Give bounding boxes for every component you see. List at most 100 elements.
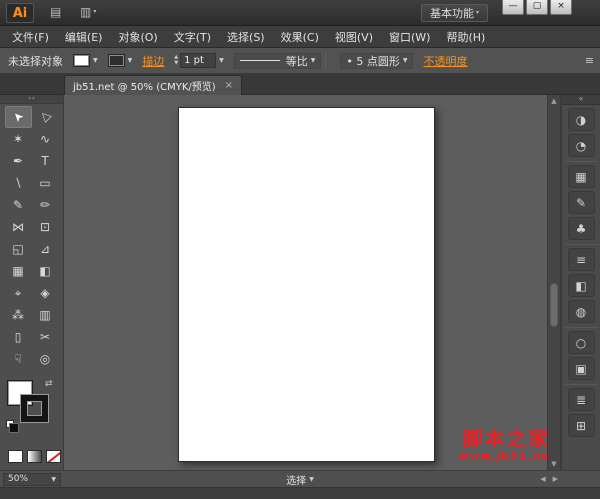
panel-artboards[interactable]: ⊞	[567, 414, 595, 437]
perspective-grid-tool[interactable]: ⊿	[32, 238, 59, 260]
menu-help[interactable]: 帮助(H)	[438, 26, 493, 48]
eyedropper-tool[interactable]: ⌖	[5, 282, 32, 304]
panel-color[interactable]: ◑	[567, 108, 595, 131]
close-button[interactable]: ×	[550, 0, 572, 15]
swap-fill-stroke-icon[interactable]: ⇄	[45, 379, 53, 389]
pen-tool[interactable]: ✒	[5, 150, 32, 172]
status-bar: 50% ▼ 选择 ▼ ◀ ▶	[0, 470, 600, 487]
status-display-dropdown[interactable]: 选择 ▼	[286, 472, 314, 487]
panel-transparency[interactable]: ◍	[567, 300, 595, 323]
menu-view[interactable]: 视图(V)	[327, 26, 381, 48]
scroll-right-icon[interactable]: ▶	[553, 475, 558, 483]
panel-stroke[interactable]: ≡	[567, 248, 595, 271]
chevron-down-icon: ▼	[309, 475, 314, 483]
scroll-down-icon[interactable]: ▼	[548, 460, 560, 468]
rectangle-tool[interactable]: ▭	[32, 172, 59, 194]
zoom-tool[interactable]: ◎	[32, 348, 59, 370]
workspace-switcher[interactable]: 基本功能 ▾	[420, 4, 488, 22]
direct-selection-tool[interactable]: ▷	[32, 106, 59, 128]
horizontal-scroll-arrows: ◀ ▶	[540, 475, 558, 483]
blend-tool[interactable]: ◈	[32, 282, 59, 304]
type-tool[interactable]: T	[32, 150, 59, 172]
arrange-documents-glyph: ▥	[80, 5, 92, 19]
bridge-icon[interactable]: ▤	[50, 6, 61, 18]
panel-color-guide[interactable]: ◔	[567, 134, 595, 157]
none-button[interactable]	[46, 450, 61, 463]
slice-tool[interactable]: ✂	[32, 326, 59, 348]
brushes-panel-icon: ✎	[575, 195, 587, 210]
illustrator-window: Ai ▤ ▥ ▾ 基本功能 ▾ — ▢ × 文件(F) 编辑(E) 对象(O) 文字…	[0, 0, 600, 499]
scroll-left-icon[interactable]: ◀	[540, 475, 545, 483]
color-button[interactable]	[8, 450, 23, 463]
menu-select[interactable]: 选择(S)	[219, 26, 273, 48]
menu-type[interactable]: 文字(T)	[166, 26, 219, 48]
shape-builder-tool[interactable]: ◱	[5, 238, 32, 260]
artboards-panel-icon: ⊞	[575, 418, 587, 433]
selection-tool[interactable]: ➤	[4, 106, 32, 128]
hand-tool[interactable]: ☟	[5, 348, 32, 370]
panel-graphic-styles[interactable]: ▣	[567, 357, 595, 380]
rectangle-tool-icon: ▭	[39, 176, 51, 190]
artboard-tool[interactable]: ▯	[5, 326, 32, 348]
artboard[interactable]	[178, 107, 435, 462]
panel-gradient[interactable]: ◧	[567, 274, 595, 297]
menu-file[interactable]: 文件(F)	[4, 26, 57, 48]
vertical-scrollbar-thumb[interactable]	[550, 283, 558, 327]
magic-wand-tool[interactable]: ✶	[5, 128, 32, 150]
column-graph-tool-icon: ▥	[39, 308, 51, 322]
vertical-scrollbar[interactable]: ▲ ▼	[547, 95, 561, 470]
scroll-up-icon[interactable]: ▲	[548, 97, 560, 105]
stroke-color-swatch[interactable]	[21, 395, 48, 422]
document-tab[interactable]: jb51.net @ 50% (CMYK/预览) ×	[64, 75, 243, 95]
panel-symbols[interactable]: ♣	[567, 217, 595, 240]
stroke-profile-dropdown[interactable]: 等比 ▼	[233, 52, 322, 69]
menu-window[interactable]: 窗口(W)	[381, 26, 438, 48]
swatches-panel-icon: ▦	[575, 169, 587, 184]
menu-effect[interactable]: 效果(C)	[273, 26, 327, 48]
tab-close-icon[interactable]: ×	[225, 80, 233, 91]
color-mode-buttons	[0, 450, 63, 463]
default-fill-stroke-icon[interactable]	[6, 420, 19, 433]
column-graph-tool[interactable]: ▥	[32, 304, 59, 326]
slice-tool-icon: ✂	[39, 330, 51, 344]
paintbrush-tool[interactable]: ✎	[5, 194, 32, 216]
brush-definition-dropdown[interactable]: • 5 点圆形 ▼	[340, 52, 414, 69]
menu-object[interactable]: 对象(O)	[110, 26, 165, 48]
watermark-url: www.jb51.net	[458, 449, 547, 462]
restore-button[interactable]: ▢	[526, 0, 548, 15]
tools-panel-grip[interactable]: ∙∙	[0, 95, 63, 104]
fill-color-dropdown[interactable]	[73, 54, 90, 67]
menu-edit[interactable]: 编辑(E)	[57, 26, 111, 48]
panel-brushes[interactable]: ✎	[567, 191, 595, 214]
selection-tool-icon: ➤	[9, 108, 27, 126]
stroke-color-dropdown[interactable]	[107, 54, 125, 67]
stroke-weight-stepper[interactable]: ▲ ▼	[174, 55, 178, 66]
brush-definition-label: • 5 点圆形	[346, 54, 400, 68]
gradient-button[interactable]	[27, 450, 42, 463]
free-transform-tool[interactable]: ⊡	[32, 216, 59, 238]
panel-swatches[interactable]: ▦	[567, 165, 595, 188]
stroke-panel-link[interactable]: 描边	[142, 53, 164, 69]
arrange-documents-icon[interactable]: ▥ ▾	[80, 6, 96, 18]
symbol-sprayer-tool[interactable]: ⁂	[5, 304, 32, 326]
canvas-area[interactable]: 脚本之家 www.jb51.net	[64, 95, 547, 470]
line-segment-tool[interactable]: ∖	[5, 172, 32, 194]
opacity-panel-link[interactable]: 不透明度	[423, 53, 467, 69]
width-tool[interactable]: ⋈	[5, 216, 32, 238]
panel-layers[interactable]: ≣	[567, 388, 595, 411]
panel-appearance[interactable]: ○	[567, 331, 595, 354]
divider	[564, 384, 598, 385]
zoom-level-select[interactable]: 50% ▼	[3, 472, 61, 486]
pencil-tool[interactable]: ✏	[32, 194, 59, 216]
document-tab-bar: jb51.net @ 50% (CMYK/预览) ×	[0, 74, 600, 95]
gradient-tool[interactable]: ◧	[32, 260, 59, 282]
mesh-tool[interactable]: ▦	[5, 260, 32, 282]
expand-panels-icon[interactable]: «	[562, 95, 600, 105]
appearance-panel-icon: ○	[575, 335, 587, 350]
watermark-title: 脚本之家	[462, 428, 547, 450]
lasso-tool[interactable]: ∿	[32, 128, 59, 150]
divider	[564, 244, 598, 245]
minimize-button[interactable]: —	[502, 0, 524, 15]
stroke-weight-field[interactable]: 1 pt	[180, 53, 217, 68]
control-panel-menu-icon[interactable]: ≡	[585, 54, 594, 67]
